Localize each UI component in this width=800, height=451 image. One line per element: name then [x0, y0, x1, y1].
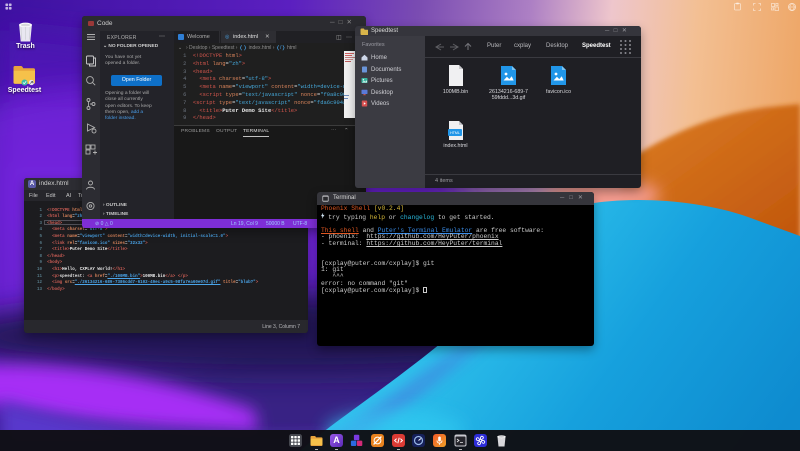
svg-text:HTML: HTML — [450, 131, 460, 135]
